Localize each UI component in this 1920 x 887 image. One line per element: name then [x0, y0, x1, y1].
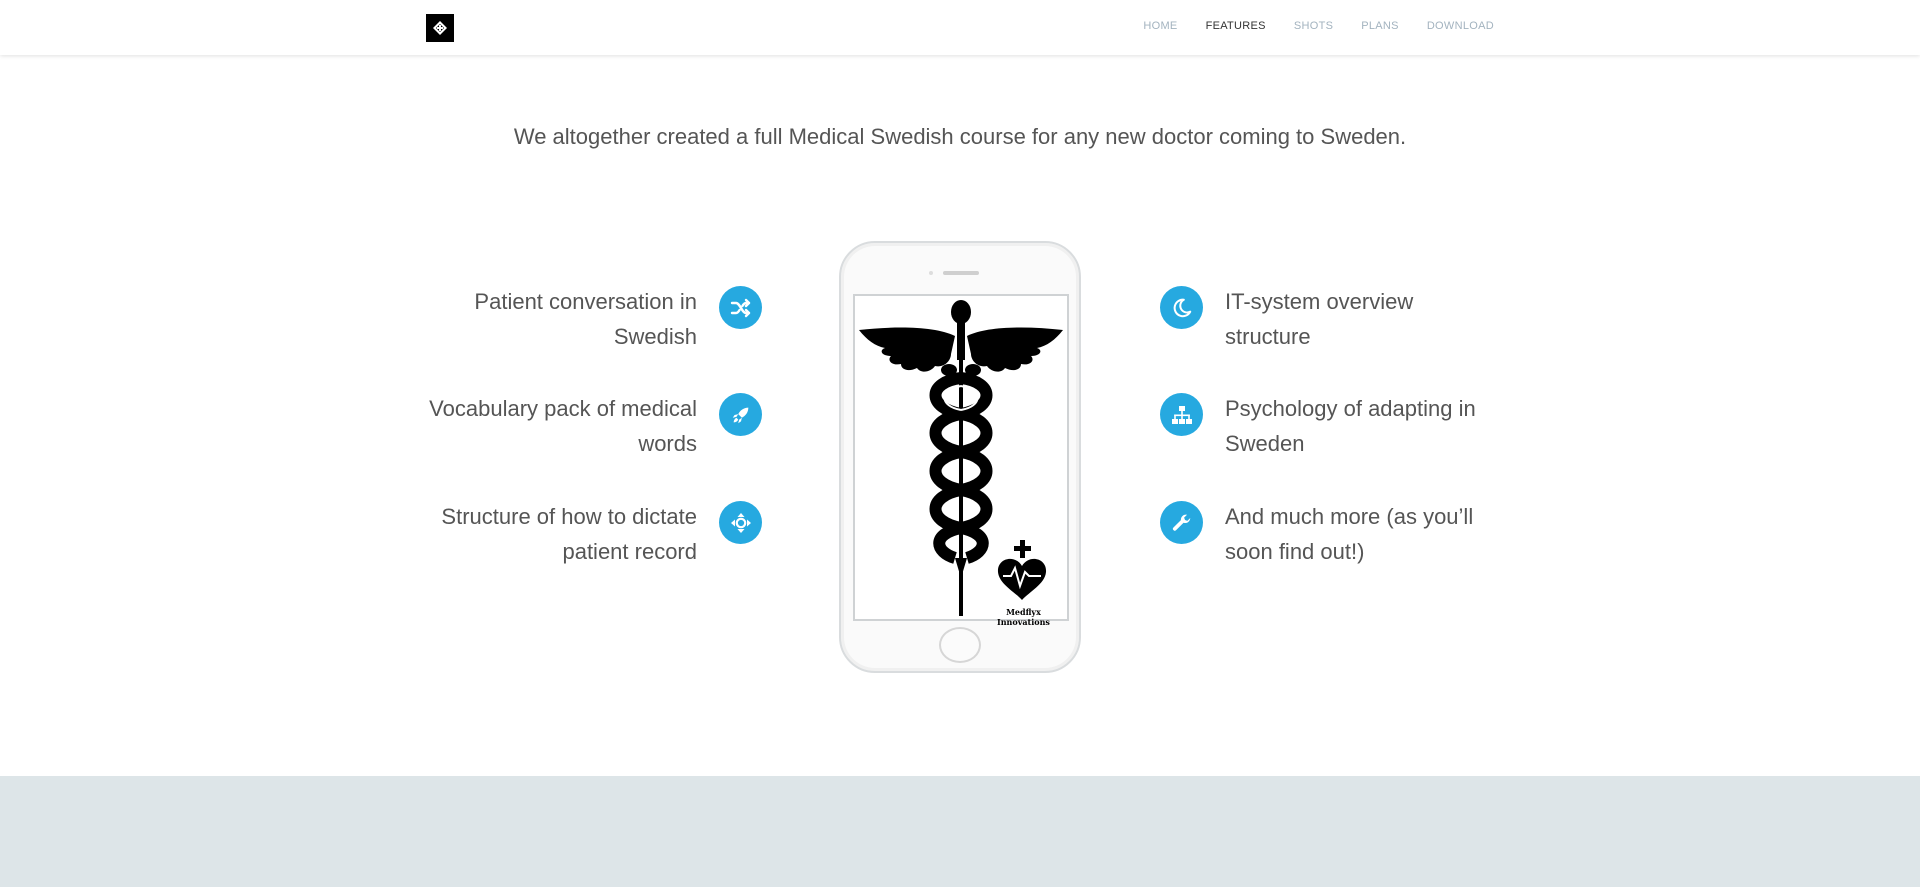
phone-home-button [939, 627, 981, 663]
feature-line: patient record [562, 539, 697, 564]
feature-right-1: IT-system overview structure [1160, 284, 1413, 354]
feature-text: Structure of how to dictate patient reco… [441, 499, 697, 569]
brand-text: Medflyx Innovations [997, 607, 1050, 627]
feature-text: Vocabulary pack of medical words [429, 391, 697, 461]
feature-line: IT-system overview [1225, 289, 1414, 314]
feature-line: Swedish [613, 324, 697, 349]
moon-icon [1160, 286, 1203, 329]
nav-shots[interactable]: SHOTS [1294, 20, 1333, 32]
feature-line: Patient conversation in [474, 289, 697, 314]
phone-screen: Medflyx Innovations [853, 294, 1069, 627]
nav-plans[interactable]: PLANS [1361, 20, 1399, 32]
feature-line: Sweden [1225, 431, 1305, 456]
brand-line: Medflyx [1006, 607, 1041, 617]
feature-text: And much more (as you’ll soon find out!) [1225, 499, 1473, 569]
feature-line: Structure of how to dictate [441, 504, 697, 529]
wrench-icon [1160, 501, 1203, 544]
phone-mockup: Medflyx Innovations [839, 241, 1081, 673]
feature-text: IT-system overview structure [1225, 284, 1413, 354]
feature-line: And much more (as you’ll [1225, 504, 1474, 529]
shuffle-icon [719, 286, 762, 329]
logo[interactable] [426, 14, 454, 42]
next-section-band [0, 776, 1920, 887]
main-nav: HOME FEATURES SHOTS PLANS DOWNLOAD [1143, 20, 1494, 32]
feature-left-3: Structure of how to dictate patient reco… [441, 499, 762, 569]
sitemap-icon [1160, 393, 1203, 436]
navbar: HOME FEATURES SHOTS PLANS DOWNLOAD [0, 0, 1920, 55]
feature-left-2: Vocabulary pack of medical words [429, 391, 762, 461]
feature-line: Psychology of adapting in [1225, 396, 1476, 421]
intro-text: We altogether created a full Medical Swe… [513, 124, 1407, 149]
move-icon [719, 501, 762, 544]
phone-camera [929, 271, 933, 275]
logo-icon [433, 21, 447, 35]
feature-line: Vocabulary pack of medical [429, 396, 697, 421]
nav-home[interactable]: HOME [1143, 20, 1177, 32]
phone-speaker [943, 271, 979, 275]
rocket-icon [719, 393, 762, 436]
feature-text: Psychology of adapting in Sweden [1225, 391, 1476, 461]
feature-text: Patient conversation in Swedish [474, 284, 697, 354]
feature-left-1: Patient conversation in Swedish [474, 284, 762, 354]
brand-line: Innovations [997, 617, 1050, 627]
feature-line: soon find out!) [1225, 539, 1365, 564]
feature-line: words [638, 431, 697, 456]
nav-features[interactable]: FEATURES [1206, 20, 1266, 32]
feature-right-2: Psychology of adapting in Sweden [1160, 391, 1476, 461]
caduceus-icon [859, 300, 1063, 616]
feature-line: structure [1225, 324, 1311, 349]
feature-right-3: And much more (as you’ll soon find out!) [1160, 499, 1473, 569]
nav-download[interactable]: DOWNLOAD [1427, 20, 1494, 32]
